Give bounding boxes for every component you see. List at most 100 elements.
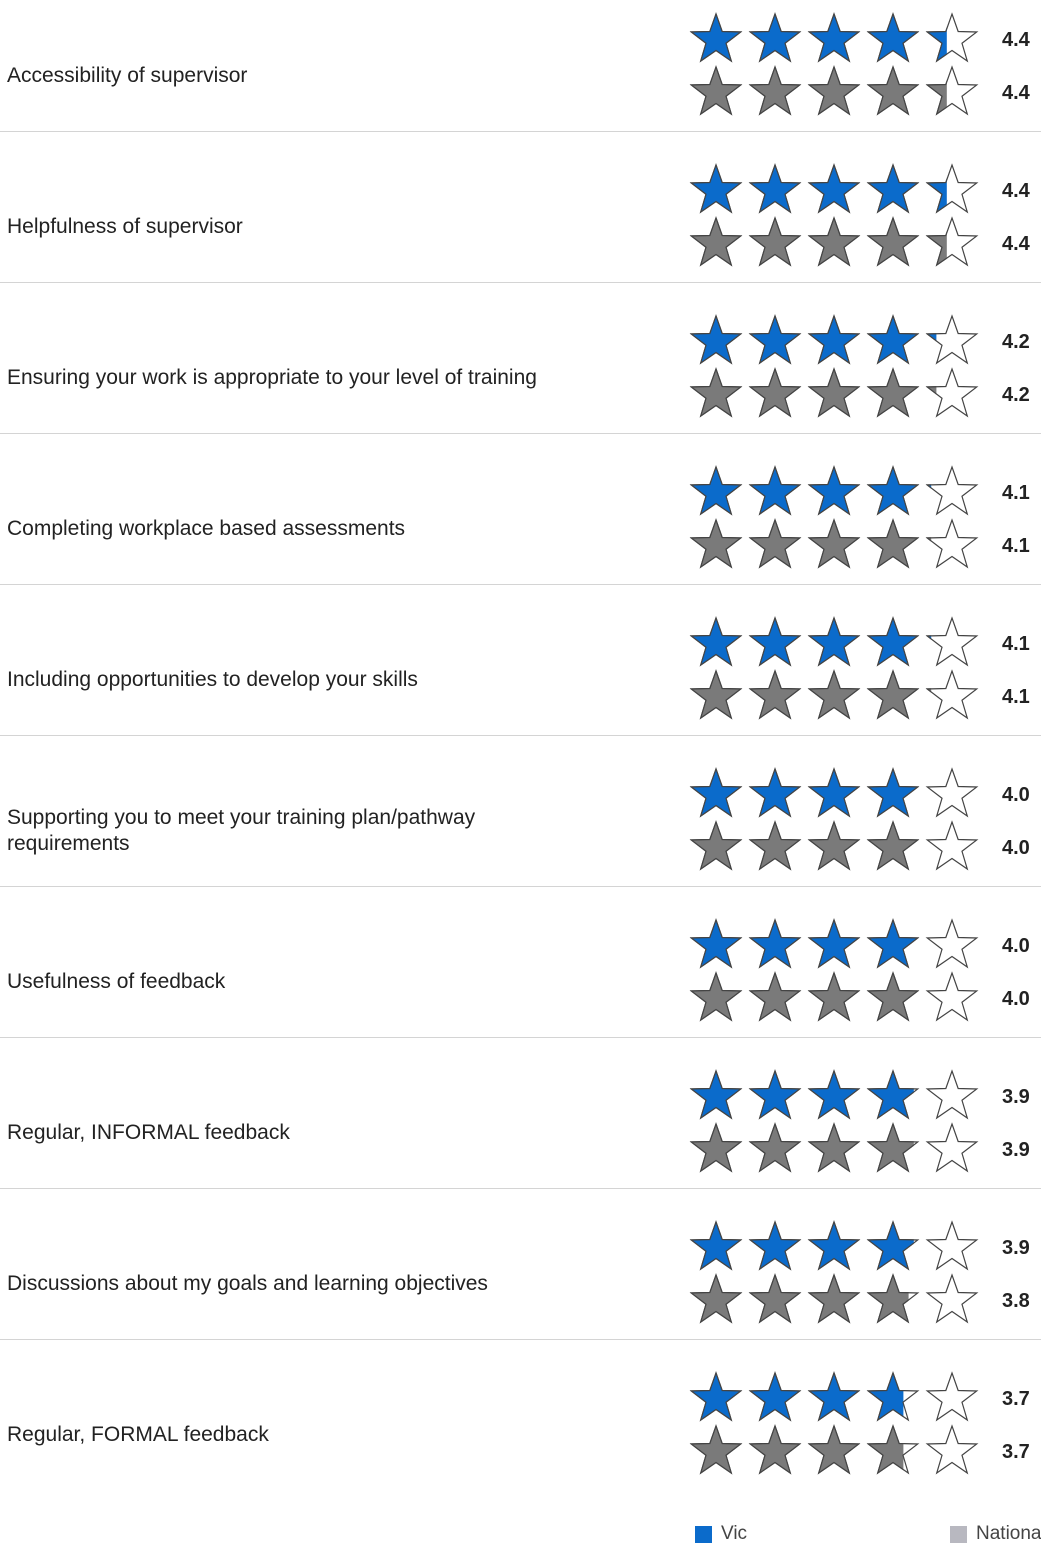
national-score: 3.9: [1002, 1139, 1030, 1161]
rating-row: Usefulness of feedback 4.0 4.0: [0, 906, 1041, 1057]
rating-row: Helpfulness of supervisor 4.4 4.4: [0, 151, 1041, 302]
star-fill: [867, 367, 919, 418]
star-national: [866, 820, 920, 871]
star-vic: [925, 163, 979, 214]
star-fill: [808, 1069, 860, 1120]
star-national: [748, 1273, 802, 1324]
star-fill: [690, 1371, 742, 1422]
star-fill: [690, 1273, 742, 1324]
star-fill: [690, 65, 742, 116]
star-national: [807, 820, 861, 871]
star-national: [807, 669, 861, 720]
star-vic: [807, 767, 861, 818]
star-national: [689, 65, 743, 116]
star-rating-group: [689, 314, 979, 418]
star-vic: [807, 163, 861, 214]
star-vic: [689, 616, 743, 667]
star-fill: [867, 465, 919, 516]
star-national: [866, 1273, 920, 1324]
star-fill: [867, 767, 919, 818]
star-fill: [749, 616, 801, 667]
star-outline: [925, 518, 979, 569]
star-fill: [808, 314, 860, 365]
star-fill: [867, 216, 919, 267]
star-national: [925, 1273, 979, 1324]
star-fill: [867, 918, 919, 969]
legend-label-vic: Vic: [721, 1523, 748, 1544]
star-outline: [925, 1220, 979, 1271]
star-vic: [748, 314, 802, 365]
star-vic: [925, 465, 979, 516]
rating-row: Regular, INFORMAL feedback 3.9 3.9: [0, 1057, 1041, 1208]
rating-row: Supporting you to meet your training pla…: [0, 755, 1041, 906]
legend-label-national: National: [976, 1523, 1041, 1544]
star-national: [748, 518, 802, 569]
star-national: [807, 367, 861, 418]
star-fill: [749, 314, 801, 365]
star-fill: [749, 971, 801, 1022]
row-divider: [0, 1037, 1041, 1038]
star-national: [807, 1273, 861, 1324]
star-vic: [925, 616, 979, 667]
star-fill: [749, 163, 801, 214]
national-score: 4.0: [1002, 837, 1030, 859]
star-vic: [689, 12, 743, 63]
star-fill: [808, 971, 860, 1022]
star-vic: [866, 1069, 920, 1120]
star-national: [866, 367, 920, 418]
star-fill: [690, 314, 742, 365]
star-outline: [925, 971, 979, 1022]
star-vic: [866, 918, 920, 969]
star-vic: [689, 1220, 743, 1271]
star-fill: [690, 1424, 742, 1475]
star-fill: [749, 820, 801, 871]
star-national: [866, 971, 920, 1022]
star-vic: [925, 12, 979, 63]
star-vic: [689, 163, 743, 214]
star-national: [925, 216, 979, 267]
row-divider: [0, 433, 1041, 434]
row-divider: [0, 282, 1041, 283]
star-national: [866, 1122, 920, 1173]
star-national: [748, 820, 802, 871]
star-fill: [867, 1069, 914, 1120]
star-rating-group: [689, 163, 979, 267]
rating-row: Regular, FORMAL feedback 3.7 3.7: [0, 1359, 1041, 1510]
vic-score: 4.1: [1002, 482, 1030, 504]
rating-row: Accessibility of supervisor 4.4 4.4: [0, 0, 1041, 151]
star-national: [689, 820, 743, 871]
vic-score: 4.1: [1002, 633, 1030, 655]
star-national: [689, 971, 743, 1022]
star-national: [925, 65, 979, 116]
star-fill: [690, 1220, 742, 1271]
star-fill: [867, 616, 919, 667]
star-fill: [867, 971, 919, 1022]
star-national: [866, 65, 920, 116]
star-fill: [867, 1220, 914, 1271]
star-vic: [807, 314, 861, 365]
star-fill: [749, 1220, 801, 1271]
row-divider: [0, 1339, 1041, 1340]
star-vic: [748, 767, 802, 818]
star-national: [866, 1424, 920, 1475]
legend-swatch-vic: [695, 1525, 712, 1543]
star-national: [748, 1122, 802, 1173]
star-fill: [808, 465, 860, 516]
star-vic: [748, 465, 802, 516]
star-fill: [749, 1371, 801, 1422]
star-outline: [925, 1371, 979, 1422]
star-rating-group: [689, 1220, 979, 1324]
star-national: [689, 518, 743, 569]
star-rating-group: [689, 918, 979, 1022]
star-vic: [925, 767, 979, 818]
star-fill: [808, 216, 860, 267]
star-fill: [749, 216, 801, 267]
star-vic: [866, 465, 920, 516]
star-vic: [748, 918, 802, 969]
star-national: [748, 65, 802, 116]
national-score: 4.4: [1002, 82, 1030, 104]
star-vic: [925, 1069, 979, 1120]
star-fill: [749, 465, 801, 516]
national-score: 4.1: [1002, 686, 1030, 708]
star-fill: [690, 767, 742, 818]
